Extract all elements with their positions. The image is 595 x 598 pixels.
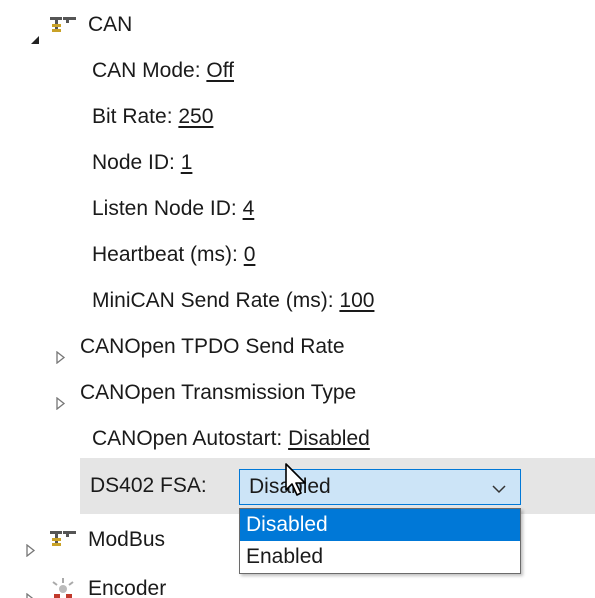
tree-node-label: CANOpen Transmission Type — [80, 381, 357, 404]
expand-triangle-icon[interactable] — [56, 341, 66, 375]
property-value[interactable]: 100 — [339, 289, 374, 312]
expand-triangle-icon[interactable] — [26, 534, 36, 568]
chevron-down-icon[interactable] — [492, 481, 506, 499]
property-node-id[interactable]: Node ID: 1 — [92, 146, 192, 180]
tree-node-can[interactable]: CAN — [30, 8, 230, 44]
network-icon — [48, 528, 78, 563]
expand-triangle-icon[interactable] — [56, 387, 66, 421]
property-label: CAN Mode: — [92, 59, 207, 82]
property-bit-rate[interactable]: Bit Rate: 250 — [92, 100, 213, 134]
property-label: MiniCAN Send Rate (ms): — [92, 289, 340, 312]
property-value[interactable]: 250 — [178, 105, 213, 128]
property-heartbeat[interactable]: Heartbeat (ms): 0 — [92, 238, 255, 272]
property-value[interactable]: Disabled — [288, 427, 370, 450]
property-tree: CAN CAN Mode: Off Bit Rate: 250 Node ID:… — [0, 0, 595, 598]
property-label: Node ID: — [92, 151, 181, 174]
encoder-icon — [48, 576, 78, 598]
network-icon — [48, 14, 78, 49]
property-value[interactable]: 0 — [244, 243, 256, 266]
property-canopen-autostart[interactable]: CANOpen Autostart: Disabled — [92, 422, 370, 456]
expand-triangle-icon[interactable] — [26, 583, 36, 598]
property-label: DS402 FSA: — [90, 474, 207, 497]
property-value[interactable]: 4 — [243, 197, 255, 220]
property-ds402-fsa[interactable]: DS402 FSA: Disabled — [80, 458, 595, 514]
ds402-fsa-combobox[interactable]: Disabled — [239, 469, 521, 505]
collapse-triangle-icon[interactable] — [30, 22, 40, 56]
property-label: Bit Rate: — [92, 105, 179, 128]
property-listen-node-id[interactable]: Listen Node ID: 4 — [92, 192, 254, 226]
dropdown-option-disabled[interactable]: Disabled — [240, 509, 520, 541]
property-can-mode[interactable]: CAN Mode: Off — [92, 54, 234, 88]
ds402-fsa-dropdown-list[interactable]: Disabled Enabled — [239, 508, 521, 574]
tree-node-label: CAN — [88, 13, 133, 36]
tree-node-label: ModBus — [88, 528, 166, 551]
dropdown-option-enabled[interactable]: Enabled — [240, 541, 520, 573]
property-label: Listen Node ID: — [92, 197, 243, 220]
property-value[interactable]: 1 — [181, 151, 193, 174]
tree-node-label: CANOpen TPDO Send Rate — [80, 335, 345, 358]
property-value[interactable]: Off — [206, 59, 234, 82]
mouse-cursor-icon — [284, 462, 310, 503]
property-label: Heartbeat (ms): — [92, 243, 244, 266]
property-label: CANOpen Autostart: — [92, 427, 289, 450]
tree-node-label: Encoder — [88, 577, 167, 598]
property-minican-send-rate[interactable]: MiniCAN Send Rate (ms): 100 — [92, 284, 374, 318]
